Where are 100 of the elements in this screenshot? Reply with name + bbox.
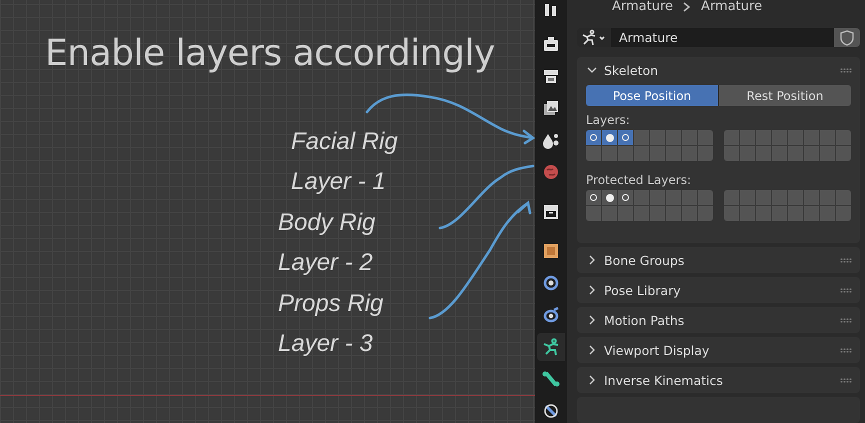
layer-toggle[interactable] xyxy=(698,146,713,161)
layer-toggle[interactable] xyxy=(724,146,739,161)
layer-toggle[interactable] xyxy=(602,206,617,221)
layer-toggle[interactable] xyxy=(602,146,617,161)
layer-toggle[interactable] xyxy=(682,146,697,161)
layer-toggle[interactable] xyxy=(836,130,851,145)
layer-toggle[interactable] xyxy=(820,130,835,145)
layer-toggle[interactable] xyxy=(740,190,755,205)
drag-handle-icon[interactable] xyxy=(840,318,852,322)
layer-toggle[interactable] xyxy=(756,190,771,205)
annotation-title: Enable layers accordingly xyxy=(45,33,495,74)
layer-toggle[interactable] xyxy=(682,130,697,145)
bone-icon xyxy=(541,369,561,389)
layer-toggle[interactable] xyxy=(740,146,755,161)
drag-handle-icon[interactable] xyxy=(840,378,852,382)
layer-toggle[interactable] xyxy=(788,190,803,205)
drag-handle-icon[interactable] xyxy=(840,288,852,292)
layer-toggle[interactable] xyxy=(666,190,681,205)
layer-toggle[interactable] xyxy=(836,190,851,205)
layer-toggle[interactable] xyxy=(788,130,803,145)
chevron-icon xyxy=(587,345,597,355)
figure-icon xyxy=(541,337,561,357)
annotation-label: Facial Rig xyxy=(291,128,398,156)
layer-toggle[interactable] xyxy=(586,206,601,221)
globe-icon xyxy=(541,162,561,182)
layer-toggle[interactable] xyxy=(772,130,787,145)
panel-header[interactable]: Pose Library xyxy=(577,277,860,303)
orbit-icon xyxy=(541,305,561,325)
layer-toggle[interactable] xyxy=(740,206,755,221)
layer-toggle[interactable] xyxy=(666,130,681,145)
layer-toggle[interactable] xyxy=(756,146,771,161)
layer-toggle[interactable] xyxy=(682,206,697,221)
layer-toggle[interactable] xyxy=(618,206,633,221)
breadcrumb-label: Armature xyxy=(701,0,762,14)
layer-toggle[interactable] xyxy=(698,206,713,221)
layer-toggle[interactable] xyxy=(650,130,665,145)
images-icon xyxy=(541,98,561,118)
layer-toggle[interactable] xyxy=(772,190,787,205)
layer-toggle[interactable] xyxy=(618,190,633,205)
chevron-icon xyxy=(587,285,597,295)
layer-toggle[interactable] xyxy=(634,206,649,221)
layer-toggle[interactable] xyxy=(682,190,697,205)
drag-handle-icon[interactable] xyxy=(840,258,852,262)
layer-toggle[interactable] xyxy=(650,190,665,205)
panel-header[interactable]: Motion Paths xyxy=(577,307,860,333)
panel-header[interactable]: Inverse Kinematics xyxy=(577,367,860,393)
properties-tab[interactable] xyxy=(537,333,565,361)
chevron-icon xyxy=(683,2,692,12)
layer-toggle[interactable] xyxy=(666,146,681,161)
layer-toggle[interactable] xyxy=(724,190,739,205)
drag-handle-icon[interactable] xyxy=(840,68,852,72)
layer-toggle[interactable] xyxy=(698,190,713,205)
layer-toggle[interactable] xyxy=(788,146,803,161)
layer-toggle[interactable] xyxy=(788,206,803,221)
panel-header[interactable]: Skeleton xyxy=(577,57,860,83)
breadcrumb-label: Armature xyxy=(612,0,674,14)
layer-toggle[interactable] xyxy=(602,190,617,205)
layer-toggle[interactable] xyxy=(724,130,739,145)
layer-toggle[interactable] xyxy=(724,206,739,221)
chevron-icon xyxy=(587,315,597,325)
chevron-icon xyxy=(587,65,597,75)
layer-toggle[interactable] xyxy=(772,206,787,221)
layer-toggle[interactable] xyxy=(650,146,665,161)
drag-handle-icon[interactable] xyxy=(840,348,852,352)
layer-toggle[interactable] xyxy=(804,146,819,161)
datablock-name-field[interactable]: Armature xyxy=(611,28,834,47)
layer-toggle[interactable] xyxy=(820,146,835,161)
layer-toggle[interactable] xyxy=(618,146,633,161)
chevron-icon xyxy=(587,255,597,265)
field-label: Layers: xyxy=(586,113,631,129)
layer-toggle[interactable] xyxy=(634,130,649,145)
layer-toggle[interactable] xyxy=(698,130,713,145)
layer-toggle[interactable] xyxy=(650,206,665,221)
layer-toggle[interactable] xyxy=(586,190,601,205)
layer-toggle[interactable] xyxy=(820,190,835,205)
square-icon xyxy=(541,241,561,261)
layer-toggle[interactable] xyxy=(756,130,771,145)
layer-toggle[interactable] xyxy=(634,146,649,161)
layer-toggle[interactable] xyxy=(740,130,755,145)
layer-toggle[interactable] xyxy=(618,130,633,145)
pose-toggle-button[interactable]: Pose Position xyxy=(586,85,719,106)
annotation-label: Layer - 2 xyxy=(278,249,373,277)
pose-toggle-button[interactable]: Rest Position xyxy=(719,85,851,106)
layer-toggle[interactable] xyxy=(836,146,851,161)
layer-toggle[interactable] xyxy=(804,130,819,145)
layer-toggle[interactable] xyxy=(820,206,835,221)
panel-header[interactable]: Viewport Display xyxy=(577,337,860,363)
fake-user-button[interactable] xyxy=(834,28,860,47)
layer-toggle[interactable] xyxy=(666,206,681,221)
panel-header[interactable]: Bone Groups xyxy=(577,247,860,273)
chevron-icon xyxy=(587,375,597,385)
layer-toggle[interactable] xyxy=(756,206,771,221)
layer-toggle[interactable] xyxy=(634,190,649,205)
layer-toggle[interactable] xyxy=(602,130,617,145)
layer-toggle[interactable] xyxy=(772,146,787,161)
layer-toggle[interactable] xyxy=(586,146,601,161)
layer-toggle[interactable] xyxy=(586,130,601,145)
layer-toggle[interactable] xyxy=(804,190,819,205)
layer-toggle[interactable] xyxy=(836,206,851,221)
layer-toggle[interactable] xyxy=(804,206,819,221)
